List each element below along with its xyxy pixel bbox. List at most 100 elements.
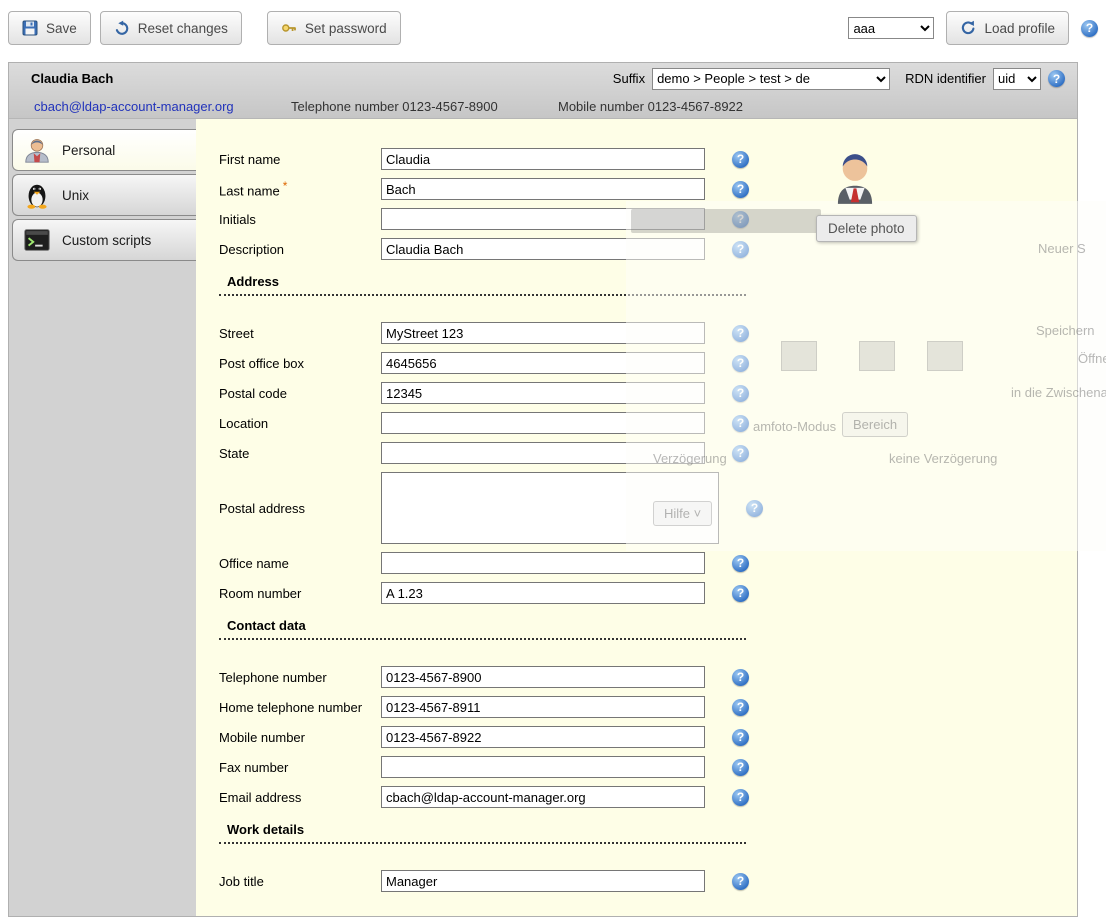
post-office-box-label: Post office box [219,356,381,371]
sidebar: Personal Unix [9,119,196,916]
initials-input[interactable] [381,208,705,230]
header-right-group: Suffix demo > People > test > de RDN ide… [613,68,1065,90]
help-icon[interactable]: ? [732,873,749,890]
help-icon[interactable]: ? [732,699,749,716]
panel-body: Personal Unix [9,119,1077,916]
person-icon [22,135,52,165]
profile-select[interactable]: aaa [848,17,934,39]
room-number-label: Room number [219,586,381,601]
personal-form: First name ? Last name* ? Initials ? Des… [219,148,1077,892]
form-row: Mobile number ? [219,726,1077,748]
save-button[interactable]: Save [8,11,91,45]
help-icon[interactable]: ? [732,385,749,402]
help-icon[interactable]: ? [746,500,763,517]
help-icon[interactable]: ? [732,241,749,258]
toolbar-help-icon[interactable]: ? [1081,20,1098,37]
rdn-select[interactable]: uid [993,68,1041,90]
account-panel: Claudia Bach Suffix demo > People > test… [8,62,1078,917]
delete-photo-button[interactable]: Delete photo [816,215,917,242]
room-number-input[interactable] [381,582,705,604]
help-icon[interactable]: ? [732,669,749,686]
fax-number-input[interactable] [381,756,705,778]
suffix-select[interactable]: demo > People > test > de [652,68,890,90]
terminal-icon [22,225,52,255]
form-row: State ? [219,442,1077,464]
tab-personal-label: Personal [62,143,115,158]
tux-penguin-icon [22,180,52,210]
mobile-number-input[interactable] [381,726,705,748]
state-label: State [219,446,381,461]
email-address-label: Email address [219,790,381,805]
description-label: Description [219,242,381,257]
help-icon[interactable]: ? [732,759,749,776]
help-icon[interactable]: ? [732,729,749,746]
post-office-box-input[interactable] [381,352,705,374]
key-icon [281,20,297,36]
form-row: Location ? [219,412,1077,434]
postal-address-textarea[interactable] [381,472,719,544]
form-row: Initials ? [219,208,1077,230]
account-header: Claudia Bach Suffix demo > People > test… [9,63,1077,119]
fax-number-label: Fax number [219,760,381,775]
load-profile-button[interactable]: Load profile [946,11,1069,45]
email-address-input[interactable] [381,786,705,808]
help-icon[interactable]: ? [732,325,749,342]
first-name-input[interactable] [381,148,705,170]
account-email-link[interactable]: cbach@ldap-account-manager.org [34,99,291,114]
set-password-button[interactable]: Set password [267,11,401,45]
reset-changes-button[interactable]: Reset changes [100,11,242,45]
description-input[interactable] [381,238,705,260]
reload-icon [960,20,976,36]
tab-unix-label: Unix [62,188,89,203]
last-name-input[interactable] [381,178,705,200]
help-icon[interactable]: ? [732,789,749,806]
ghost-text: Öffne [1078,351,1106,366]
office-name-label: Office name [219,556,381,571]
form-row: Telephone number ? [219,666,1077,688]
help-icon[interactable]: ? [732,181,749,198]
postal-code-input[interactable] [381,382,705,404]
street-input[interactable] [381,322,705,344]
required-marker: * [283,179,288,193]
tab-custom-scripts-label: Custom scripts [62,233,151,248]
telephone-number-input[interactable] [381,666,705,688]
tab-personal[interactable]: Personal [12,129,196,171]
home-telephone-number-label: Home telephone number [219,700,381,715]
suffix-label: Suffix [613,71,645,86]
tab-unix[interactable]: Unix [12,174,196,216]
save-disk-icon [22,20,38,36]
form-row: Job title ? [219,870,1077,892]
toolbar: Save Reset changes Set password aa [0,0,1106,56]
help-icon[interactable]: ? [732,585,749,602]
lam-account-edit-page: Save Reset changes Set password aa [0,0,1106,917]
initials-label: Initials [219,212,381,227]
state-input[interactable] [381,442,705,464]
header-mobile: Mobile number 0123-4567-8922 [558,99,743,114]
help-icon[interactable]: ? [732,415,749,432]
mobile-number-label: Mobile number [219,730,381,745]
help-icon[interactable]: ? [732,151,749,168]
help-icon[interactable]: ? [732,355,749,372]
undo-arrow-icon [114,20,130,36]
last-name-label: Last name* [219,179,381,198]
form-row: Home telephone number ? [219,696,1077,718]
form-row: Postal address ? [219,472,1077,544]
help-icon[interactable]: ? [732,555,749,572]
tab-custom-scripts[interactable]: Custom scripts [12,219,196,261]
home-telephone-number-input[interactable] [381,696,705,718]
job-title-input[interactable] [381,870,705,892]
form-row: Description ? [219,238,1077,260]
load-profile-label: Load profile [984,21,1055,36]
set-password-label: Set password [305,21,387,36]
form-row: First name ? [219,148,1077,170]
job-title-label: Job title [219,874,381,889]
account-header-row1: Claudia Bach Suffix demo > People > test… [9,63,1077,94]
account-title: Claudia Bach [31,71,113,86]
help-icon[interactable]: ? [732,445,749,462]
help-icon[interactable]: ? [732,211,749,228]
street-label: Street [219,326,381,341]
header-help-icon[interactable]: ? [1048,70,1065,87]
location-input[interactable] [381,412,705,434]
rdn-identifier-label: RDN identifier [905,71,986,86]
office-name-input[interactable] [381,552,705,574]
